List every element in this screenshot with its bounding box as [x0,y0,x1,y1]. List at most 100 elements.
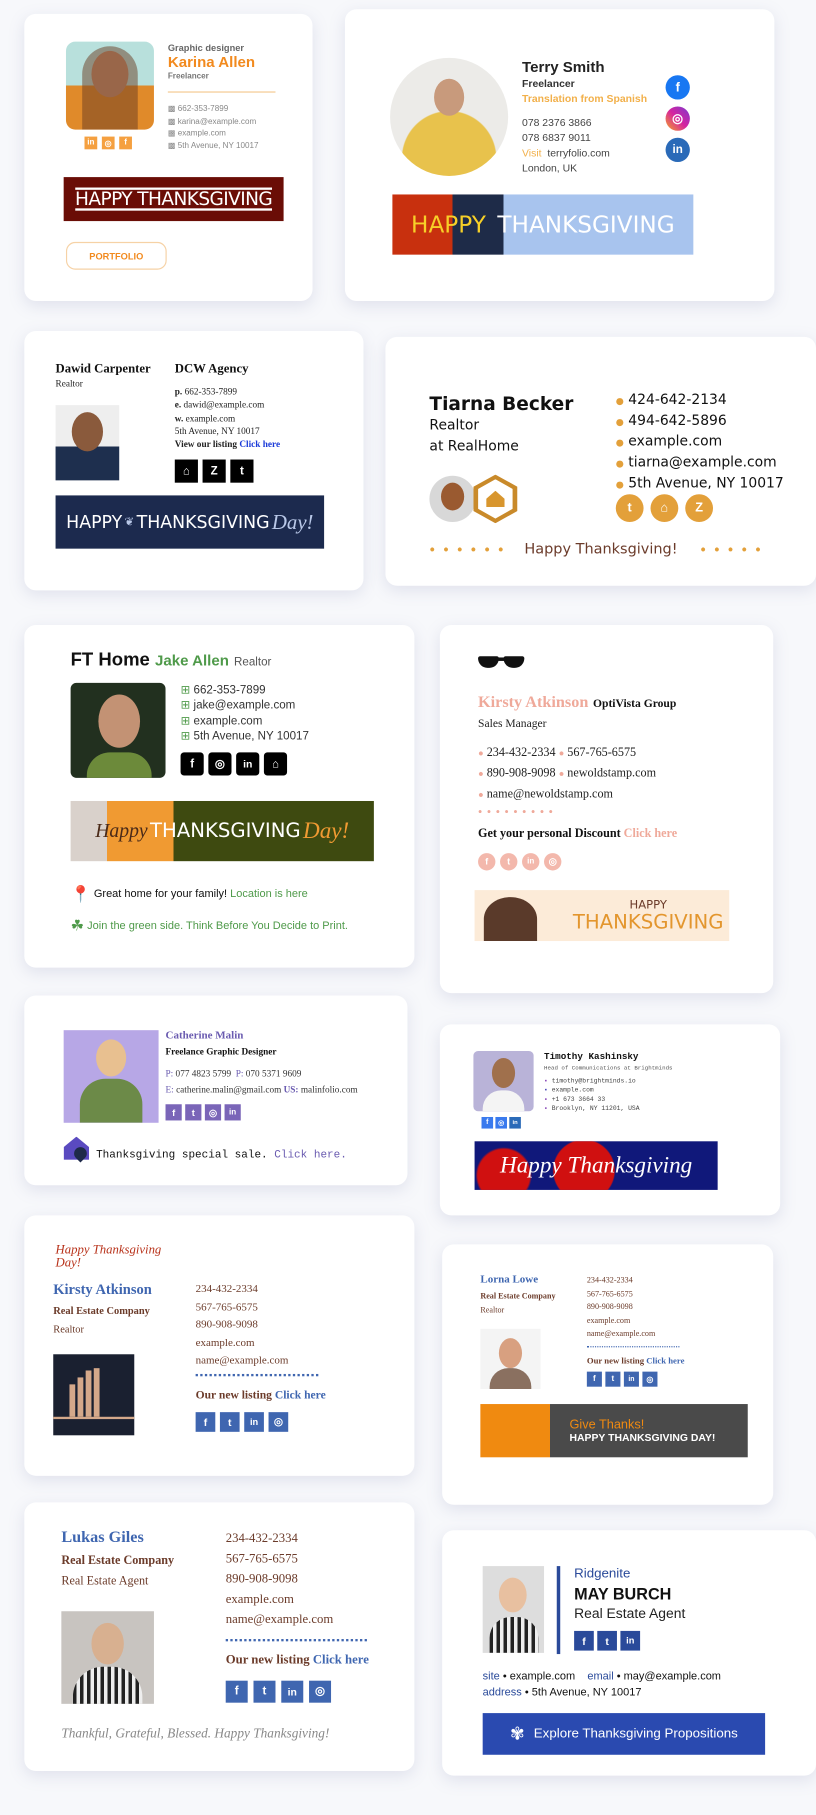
twitter-icon[interactable]: t [597,1630,617,1651]
email-web[interactable]: E: catherine.malin@gmail.com US: malinfo… [166,1085,358,1095]
phone-2: ● 494-642-5896 [615,412,727,429]
thanksgiving-banner: Give Thanks! HAPPY THANKSGIVING DAY! [480,1404,748,1458]
role: Real Estate Agent [61,1575,149,1589]
signature-card-timothy: f ◎ in Timothy Kashinsky Head of Communi… [439,1024,781,1216]
facebook-icon[interactable]: f [574,1630,594,1651]
phone-1: 234-432-2334 [195,1283,258,1296]
thanksgiving-banner: Happy THANKSGIVING Day! [70,800,374,862]
website[interactable]: ⊞ example.com [181,714,309,729]
linkedin-icon[interactable]: in [522,853,540,871]
phone: ▩ 662-353-7899 [167,105,229,114]
email[interactable]: name@example.com [226,1610,334,1630]
facebook-icon[interactable]: f [165,1104,182,1121]
greeting: Happy Thanksgiving Day! [55,1243,162,1270]
website[interactable]: ▪ example.com [544,1086,640,1095]
signature-card-lukas: Lukas Giles Real Estate Company Real Est… [24,1502,415,1771]
instagram-icon[interactable]: ◎ [101,136,115,150]
email[interactable]: name@example.com [196,1353,289,1371]
thanksgiving-banner: HAPPY THANKSGIVING [392,194,694,255]
email[interactable]: e. dawid@example.com [175,399,280,412]
twitter-icon[interactable]: t [605,1371,621,1387]
listing: View our listing Click here [174,438,281,450]
facebook-icon[interactable]: f [586,1371,602,1387]
linkedin-icon[interactable]: in [620,1630,641,1651]
role: Freelancer [522,77,575,90]
role: Freelance Graphic Designer [165,1046,277,1057]
linkedin-icon[interactable]: in [236,752,260,776]
linkedin-icon[interactable]: in [244,1412,264,1432]
phone-2: 567-765-6575 [586,1288,633,1299]
twitter-icon[interactable]: t [230,459,254,483]
linkedin-icon[interactable]: in [623,1371,639,1387]
zillow-icon[interactable]: Z [202,459,226,483]
sale-link[interactable]: Click here. [274,1148,347,1161]
facebook-icon[interactable]: f [665,75,690,100]
facebook-icon[interactable]: f [180,752,204,776]
instagram-icon[interactable]: ◎ [208,752,232,776]
twitter-icon[interactable]: t [615,494,644,523]
instagram-icon[interactable]: ◎ [495,1116,507,1129]
twitter-icon[interactable]: t [219,1412,240,1432]
accent-bar [556,1566,561,1655]
email[interactable]: ● name@newoldstamp.com [478,785,656,806]
realtor-icon[interactable]: ⌂ [174,459,198,483]
instagram-icon[interactable]: ◎ [309,1680,332,1703]
facebook-icon[interactable]: f [119,136,132,150]
avatar [429,475,476,523]
avatar [473,1051,534,1112]
email[interactable]: name@example.com [587,1328,655,1341]
company: at RealHome [429,437,519,454]
email[interactable]: ● tiarna@example.com [616,453,784,474]
instagram-icon[interactable]: ◎ [665,106,690,131]
avatar [63,1030,159,1123]
website[interactable]: w. example.com [175,412,280,425]
email[interactable]: ▩ karina@example.com [168,116,259,128]
listing-link[interactable]: Click here [239,439,280,449]
twitter-icon[interactable]: t [185,1104,202,1121]
instagram-icon[interactable]: ◎ [204,1104,222,1121]
listing-link[interactable]: Click here [313,1653,369,1667]
website[interactable]: ▩ example.com [168,128,259,140]
avatar [65,41,154,130]
instagram-icon[interactable]: ◎ [544,853,562,871]
sale-line: Thanksgiving special sale. Click here. [96,1148,347,1161]
facebook-icon[interactable]: f [481,1116,494,1129]
address: ● 5th Avenue, NY 10017 [615,474,784,491]
website[interactable]: ● example.com [616,432,784,453]
avatar [70,682,166,778]
listing-link[interactable]: Click here [275,1389,326,1402]
instagram-icon[interactable]: ◎ [642,1371,658,1387]
email[interactable]: ▪ timothy@brightminds.io [544,1076,640,1085]
name: Catherine Malin [165,1030,244,1042]
linkedin-icon[interactable]: in [509,1116,521,1129]
website[interactable]: example.com [587,1314,655,1327]
home-icon[interactable]: ⌂ [650,494,679,523]
home-icon[interactable]: ⌂ [263,752,288,776]
linkedin-icon[interactable]: in [224,1104,241,1121]
name: Karina Allen [167,53,256,71]
divider-dots [586,1346,680,1348]
discount-link[interactable]: Click here [624,828,677,841]
linkedin-icon[interactable]: in [84,136,98,150]
realhome-logo [473,474,518,524]
explore-button[interactable]: ✾ Explore Thanksgiving Propositions [482,1713,766,1755]
linkedin-icon[interactable]: in [281,1680,304,1703]
facebook-icon[interactable]: f [195,1412,216,1432]
email[interactable]: ⊞ jake@example.com [181,698,309,713]
facebook-icon[interactable]: f [225,1680,248,1703]
instagram-icon[interactable]: ◎ [268,1412,289,1432]
twitter-icon[interactable]: t [253,1680,276,1703]
twitter-icon[interactable]: t [500,853,518,871]
zillow-icon[interactable]: Z [685,494,714,523]
listing: Our new listing Click here [586,1355,685,1366]
location-link[interactable]: Location is here [230,888,308,901]
divider-dots [195,1373,319,1377]
website[interactable]: example.com [226,1590,334,1610]
subtitle: Freelancer [167,72,209,82]
listing-link[interactable]: Click here [646,1355,684,1365]
website[interactable]: Visit terryfolio.com [522,146,610,161]
website[interactable]: example.com [196,1335,289,1353]
facebook-icon[interactable]: f [478,853,496,871]
linkedin-icon[interactable]: in [665,137,690,163]
portfolio-button[interactable]: PORTFOLIO [65,241,167,270]
